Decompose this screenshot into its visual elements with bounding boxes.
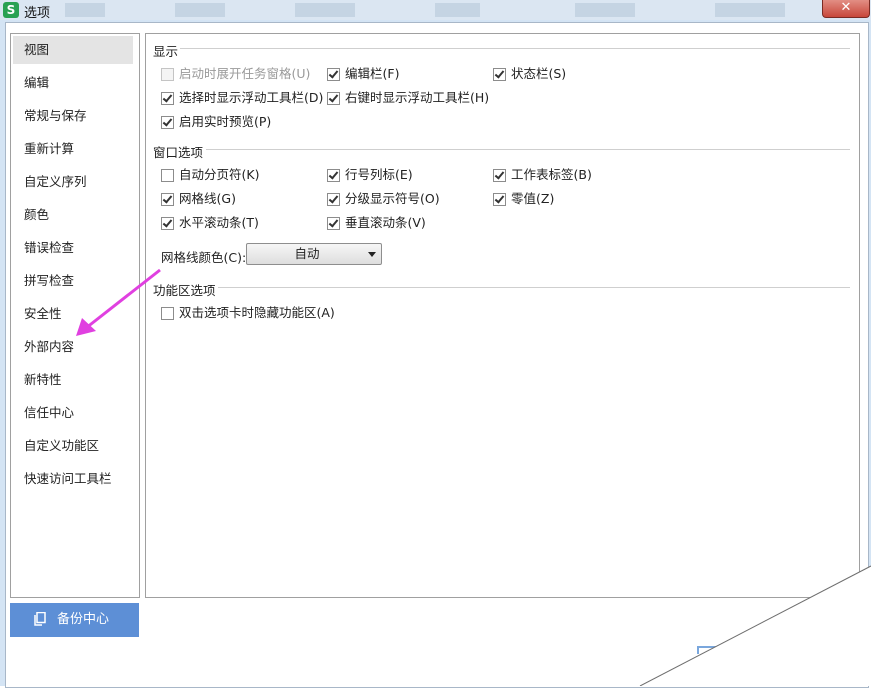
annotation-arrow-icon bbox=[76, 268, 161, 336]
options-dialog: S 选项 ✕ 视图 编辑 常规与保存 重新计算 自定义序列 颜色 错误检查 拼写… bbox=[0, 0, 871, 688]
